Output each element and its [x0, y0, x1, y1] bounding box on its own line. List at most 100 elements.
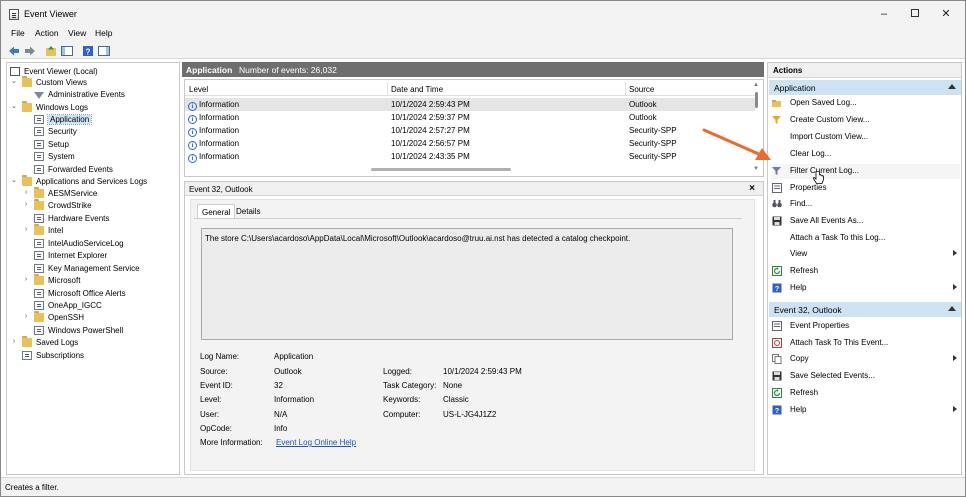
action-create-custom-view[interactable]: Create Custom View...	[772, 113, 960, 128]
tree-item-security[interactable]: Security	[34, 125, 77, 137]
tree-item-aesmservice[interactable]: AESMService	[34, 186, 97, 199]
chevron-down-icon[interactable]: ⌄	[10, 176, 18, 186]
menu-action[interactable]: Action	[35, 28, 59, 38]
information-icon: i	[188, 141, 197, 150]
actions-section-event[interactable]: Event 32, Outlook	[769, 302, 961, 317]
show-hide-action-pane-icon[interactable]	[97, 44, 110, 57]
column-divider[interactable]	[387, 82, 388, 96]
chevron-right-icon[interactable]: ›	[22, 188, 30, 198]
action-find[interactable]: Find...	[772, 197, 960, 212]
date-cell: 10/1/2024 2:56:57 PM	[391, 139, 470, 148]
collapse-icon[interactable]	[948, 306, 956, 311]
column-level[interactable]: Level	[189, 85, 208, 94]
tree-item-application[interactable]: Application	[34, 113, 93, 125]
action-refresh-event[interactable]: Refresh	[772, 386, 960, 401]
tree-apps-services-logs[interactable]: Applications and Services Logs	[22, 174, 147, 187]
close-details-button[interactable]: ×	[749, 183, 755, 194]
minimize-button[interactable]: –	[870, 4, 898, 24]
tree-subscriptions[interactable]: Subscriptions	[22, 349, 84, 361]
action-help[interactable]: ? Help	[772, 281, 960, 296]
menu-file[interactable]: File	[11, 28, 25, 38]
chevron-right-icon[interactable]: ›	[10, 337, 18, 347]
folder-up-icon[interactable]	[44, 44, 57, 57]
action-clear-log[interactable]: Clear Log...	[772, 147, 960, 162]
menu-help[interactable]: Help	[95, 28, 112, 38]
tree-item-forwarded-events[interactable]: Forwarded Events	[34, 163, 113, 175]
action-save-all-events[interactable]: Save All Events As...	[772, 214, 960, 229]
action-filter-current-log[interactable]: Filter Current Log...	[772, 164, 960, 179]
action-save-selected-events[interactable]: Save Selected Events...	[772, 369, 960, 384]
help-icon[interactable]: ?	[81, 44, 94, 57]
tree-item-intel[interactable]: Intel	[34, 223, 63, 236]
table-row[interactable]: i Information 10/1/2024 2:57:27 PM Securi…	[185, 124, 755, 137]
collapse-icon[interactable]	[948, 84, 956, 89]
event-log-online-help-link[interactable]: Event Log Online Help	[276, 438, 356, 447]
chevron-right-icon[interactable]: ›	[22, 312, 30, 322]
chevron-right-icon[interactable]: ›	[22, 200, 30, 210]
table-row[interactable]: i Information 10/1/2024 2:56:57 PM Securi…	[185, 137, 755, 150]
table-row[interactable]: i Information 10/1/2024 2:59:43 PM Outloo…	[185, 98, 755, 111]
column-source[interactable]: Source	[629, 85, 654, 94]
tree-item-openssh[interactable]: OpenSSH	[34, 310, 84, 323]
tree-windows-logs[interactable]: Windows Logs	[22, 100, 88, 113]
tree-item-setup[interactable]: Setup	[34, 138, 69, 150]
save-icon	[772, 371, 782, 381]
chevron-down-icon[interactable]: ⌄	[10, 77, 18, 87]
actions-section-application[interactable]: Application	[769, 80, 961, 95]
scroll-down-icon[interactable]: ▼	[753, 166, 759, 172]
toolbar: ?	[1, 41, 965, 59]
tree-item-intelaudioservicelog[interactable]: IntelAudioServiceLog	[34, 237, 124, 249]
action-attach-task-to-log[interactable]: Attach a Task To this Log...	[772, 231, 960, 246]
close-window-button[interactable]: ✕	[932, 4, 960, 24]
action-label: Refresh	[790, 266, 819, 275]
action-open-saved-log[interactable]: Open Saved Log...	[772, 96, 960, 111]
action-view[interactable]: View	[772, 247, 960, 262]
tree-custom-views[interactable]: Custom Views	[22, 75, 87, 88]
action-attach-task-to-event[interactable]: Attach Task To This Event...	[772, 336, 960, 351]
action-refresh[interactable]: Refresh	[772, 264, 960, 279]
event-message-box[interactable]: The store C:\Users\acardoso\AppData\Loca…	[201, 228, 733, 340]
tree-saved-logs[interactable]: Saved Logs	[22, 335, 78, 348]
scroll-thumb[interactable]	[755, 92, 758, 108]
chevron-right-icon[interactable]: ›	[22, 225, 30, 235]
action-help-event[interactable]: ? Help	[772, 403, 960, 418]
level-label: Level:	[200, 395, 222, 404]
refresh-icon	[772, 388, 782, 398]
column-date-time[interactable]: Date and Time	[391, 85, 443, 94]
back-icon[interactable]	[7, 44, 20, 57]
grid-horizontal-scrollbar[interactable]	[371, 168, 511, 171]
source-value: Outlook	[274, 367, 302, 376]
tab-details[interactable]: Details	[232, 204, 264, 219]
tree-item-internet-explorer[interactable]: Internet Explorer	[34, 249, 107, 261]
tree-root-label: Event Viewer (Local)	[24, 66, 98, 76]
table-row[interactable]: i Information 10/1/2024 2:59:37 PM Outloo…	[185, 111, 755, 124]
action-import-custom-view[interactable]: Import Custom View...	[772, 130, 960, 145]
tree-item-microsoft[interactable]: Microsoft	[34, 273, 80, 286]
forward-icon[interactable]	[23, 44, 36, 57]
action-copy[interactable]: Copy	[772, 352, 960, 367]
action-properties[interactable]: Properties	[772, 181, 960, 196]
maximize-button[interactable]	[901, 4, 929, 24]
table-row[interactable]: i Information 10/1/2024 2:43:35 PM Securi…	[185, 150, 755, 163]
tree-item-windows-powershell[interactable]: Windows PowerShell	[34, 324, 123, 336]
column-divider[interactable]	[625, 82, 626, 96]
folder-icon	[34, 186, 44, 198]
action-event-properties[interactable]: Event Properties	[772, 319, 960, 334]
tab-general[interactable]: General	[197, 204, 236, 219]
menu-view[interactable]: View	[68, 28, 86, 38]
chevron-down-icon[interactable]: ⌄	[10, 102, 18, 112]
tree-item-system[interactable]: System	[34, 150, 75, 162]
tree-item-microsoft-office-alerts[interactable]: Microsoft Office Alerts	[34, 287, 126, 299]
tree-item-oneapp-igcc[interactable]: OneApp_IGCC	[34, 299, 102, 311]
show-hide-tree-icon[interactable]	[60, 44, 73, 57]
tree-administrative-events[interactable]: Administrative Events	[34, 88, 125, 100]
tree-item-key-management-service[interactable]: Key Management Service	[34, 262, 140, 274]
event-id-label: Event ID:	[200, 381, 233, 390]
tree-item-key-management-service-label: Key Management Service	[48, 263, 140, 273]
scroll-up-icon[interactable]: ▲	[753, 82, 759, 88]
tree-item-crowdstrike[interactable]: CrowdStrike	[34, 198, 92, 211]
chevron-right-icon[interactable]: ›	[22, 275, 30, 285]
tree-item-hardware-events[interactable]: Hardware Events	[34, 212, 109, 224]
log-name-value: Application	[274, 352, 314, 361]
tree-item-application-label: Application	[46, 113, 93, 125]
